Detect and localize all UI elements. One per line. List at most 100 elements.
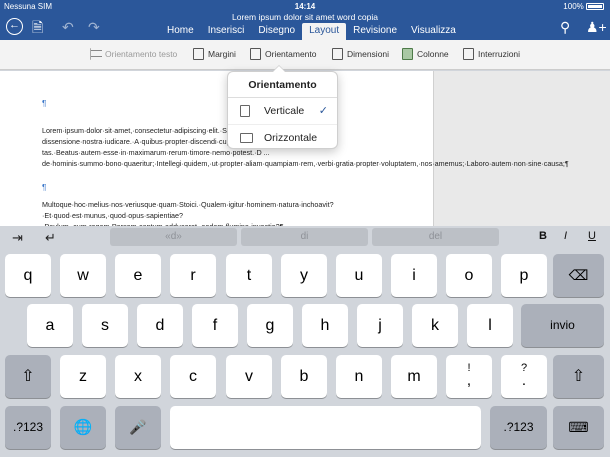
shift-icon[interactable]: ⇧	[553, 355, 604, 398]
key-w[interactable]: w	[60, 254, 106, 297]
orientation-icon	[250, 48, 261, 60]
bold-button[interactable]: B	[539, 230, 547, 242]
numbers-key[interactable]: .?123	[490, 406, 547, 449]
landscape-page-icon	[240, 133, 253, 143]
key-question-period[interactable]: ? .	[501, 355, 547, 398]
back-arrow-icon[interactable]: ←	[6, 18, 23, 35]
suggestion-1[interactable]: «d»	[110, 228, 237, 246]
search-icon[interactable]: ⚲	[560, 19, 570, 35]
dismiss-keyboard-icon[interactable]: ⌨	[553, 406, 604, 449]
text-orientation-icon	[90, 48, 102, 60]
tab-layout[interactable]: Layout	[302, 23, 347, 40]
layout-ribbon: Orientamento testo Margini Orientamento …	[0, 40, 610, 70]
file-icon[interactable]: 🗎	[32, 19, 43, 35]
suggestion-2[interactable]: di	[241, 228, 368, 246]
breaks-icon	[463, 48, 474, 60]
key-e[interactable]: e	[115, 254, 161, 297]
tab-indent-icon[interactable]: ⇥	[12, 230, 23, 246]
key-p[interactable]: p	[501, 254, 547, 297]
margins-label: Margini	[208, 49, 236, 59]
key-a[interactable]: a	[27, 304, 73, 347]
battery-icon	[586, 3, 604, 10]
tab-view[interactable]: Visualizza	[404, 23, 463, 40]
checkmark-icon: ✓	[318, 105, 328, 117]
key-u[interactable]: u	[336, 254, 382, 297]
text-orientation-button[interactable]: Orientamento testo	[90, 48, 177, 60]
key-o[interactable]: o	[446, 254, 492, 297]
key-y[interactable]: y	[281, 254, 327, 297]
margins-button[interactable]: Margini	[193, 48, 236, 60]
key-n[interactable]: n	[336, 355, 382, 398]
orientation-menu-title: Orientamento	[228, 72, 337, 98]
italic-button[interactable]: I	[564, 230, 567, 242]
document-paragraph[interactable]: Lorem·ipsum·dolor·sit·amet,·consectetur·…	[42, 125, 569, 169]
text-orientation-label: Orientamento testo	[105, 49, 178, 59]
tab-draw[interactable]: Disegno	[251, 23, 302, 40]
columns-icon	[402, 48, 413, 60]
orientation-button[interactable]: Orientamento	[250, 48, 317, 60]
key-r[interactable]: r	[170, 254, 216, 297]
ribbon-tabs: Home Inserisci Disegno Layout Revisione …	[160, 23, 463, 40]
space-bar[interactable]	[170, 406, 481, 449]
breaks-button[interactable]: Interruzioni	[463, 48, 520, 60]
key-d[interactable]: d	[137, 304, 183, 347]
backspace-icon[interactable]: ⌫	[553, 254, 604, 297]
globe-icon[interactable]: 🌐	[60, 406, 106, 449]
document-page[interactable]: ¶ Lorem·ipsum·dolor·sit·amet,·consectetu…	[0, 71, 569, 231]
on-screen-keyboard: ⇥ ↵ «d» di del B I U q w e r t y u i o p…	[0, 226, 610, 457]
redo-icon[interactable]: ↷	[88, 19, 100, 35]
paragraph-mark: ¶	[42, 183, 47, 192]
orientation-option-label: Orizzontale	[264, 132, 318, 144]
breaks-label: Interruzioni	[478, 49, 521, 59]
microphone-icon[interactable]: 🎤	[115, 406, 161, 449]
suggestion-3[interactable]: del	[372, 228, 499, 246]
key-c[interactable]: c	[170, 355, 216, 398]
key-l[interactable]: l	[467, 304, 513, 347]
size-label: Dimensioni	[347, 49, 390, 59]
orientation-option-portrait[interactable]: Verticale ✓	[228, 98, 337, 124]
key-j[interactable]: j	[357, 304, 403, 347]
tab-home[interactable]: Home	[160, 23, 201, 40]
numbers-key[interactable]: .?123	[5, 406, 51, 449]
orientation-option-label: Verticale	[264, 105, 305, 117]
key-main-char: .	[521, 372, 527, 389]
key-exclamation-comma[interactable]: ! ,	[446, 355, 492, 398]
key-m[interactable]: m	[391, 355, 437, 398]
undo-icon[interactable]: ↶	[62, 19, 74, 35]
key-h[interactable]: h	[302, 304, 348, 347]
status-bar: Nessuna SIM 14:14 100%	[0, 0, 610, 12]
key-b[interactable]: b	[281, 355, 327, 398]
shift-icon[interactable]: ⇧	[5, 355, 51, 398]
battery-status: 100%	[563, 2, 604, 11]
key-t[interactable]: t	[226, 254, 272, 297]
clock: 14:14	[294, 2, 316, 11]
add-person-icon[interactable]: ♟+	[586, 19, 607, 35]
page-size-icon	[332, 48, 343, 60]
key-z[interactable]: z	[60, 355, 106, 398]
key-q[interactable]: q	[5, 254, 51, 297]
key-v[interactable]: v	[226, 355, 272, 398]
key-g[interactable]: g	[247, 304, 293, 347]
key-i[interactable]: i	[391, 254, 437, 297]
key-f[interactable]: f	[192, 304, 238, 347]
title-bar: Nessuna SIM 14:14 100% Lorem ipsum dolor…	[0, 0, 610, 40]
key-k[interactable]: k	[412, 304, 458, 347]
orientation-menu: Orientamento Verticale ✓ Orizzontale	[227, 65, 338, 150]
orientation-label: Orientamento	[265, 49, 317, 59]
tab-review[interactable]: Revisione	[346, 23, 404, 40]
size-button[interactable]: Dimensioni	[332, 48, 389, 60]
outdent-icon[interactable]: ↵	[45, 230, 56, 246]
battery-percent: 100%	[563, 2, 584, 11]
margins-icon	[193, 48, 204, 60]
portrait-page-icon	[240, 105, 250, 117]
keyboard-suggestion-bar: ⇥ ↵ «d» di del B I U	[0, 226, 610, 248]
tab-insert[interactable]: Inserisci	[201, 23, 252, 40]
key-x[interactable]: x	[115, 355, 161, 398]
columns-button[interactable]: Colonne	[402, 48, 449, 60]
enter-button[interactable]: invio	[521, 304, 604, 347]
paragraph-mark: ¶	[42, 99, 47, 108]
columns-label: Colonne	[417, 49, 449, 59]
orientation-option-landscape[interactable]: Orizzontale	[228, 124, 337, 150]
underline-button[interactable]: U	[588, 230, 596, 242]
key-s[interactable]: s	[82, 304, 128, 347]
